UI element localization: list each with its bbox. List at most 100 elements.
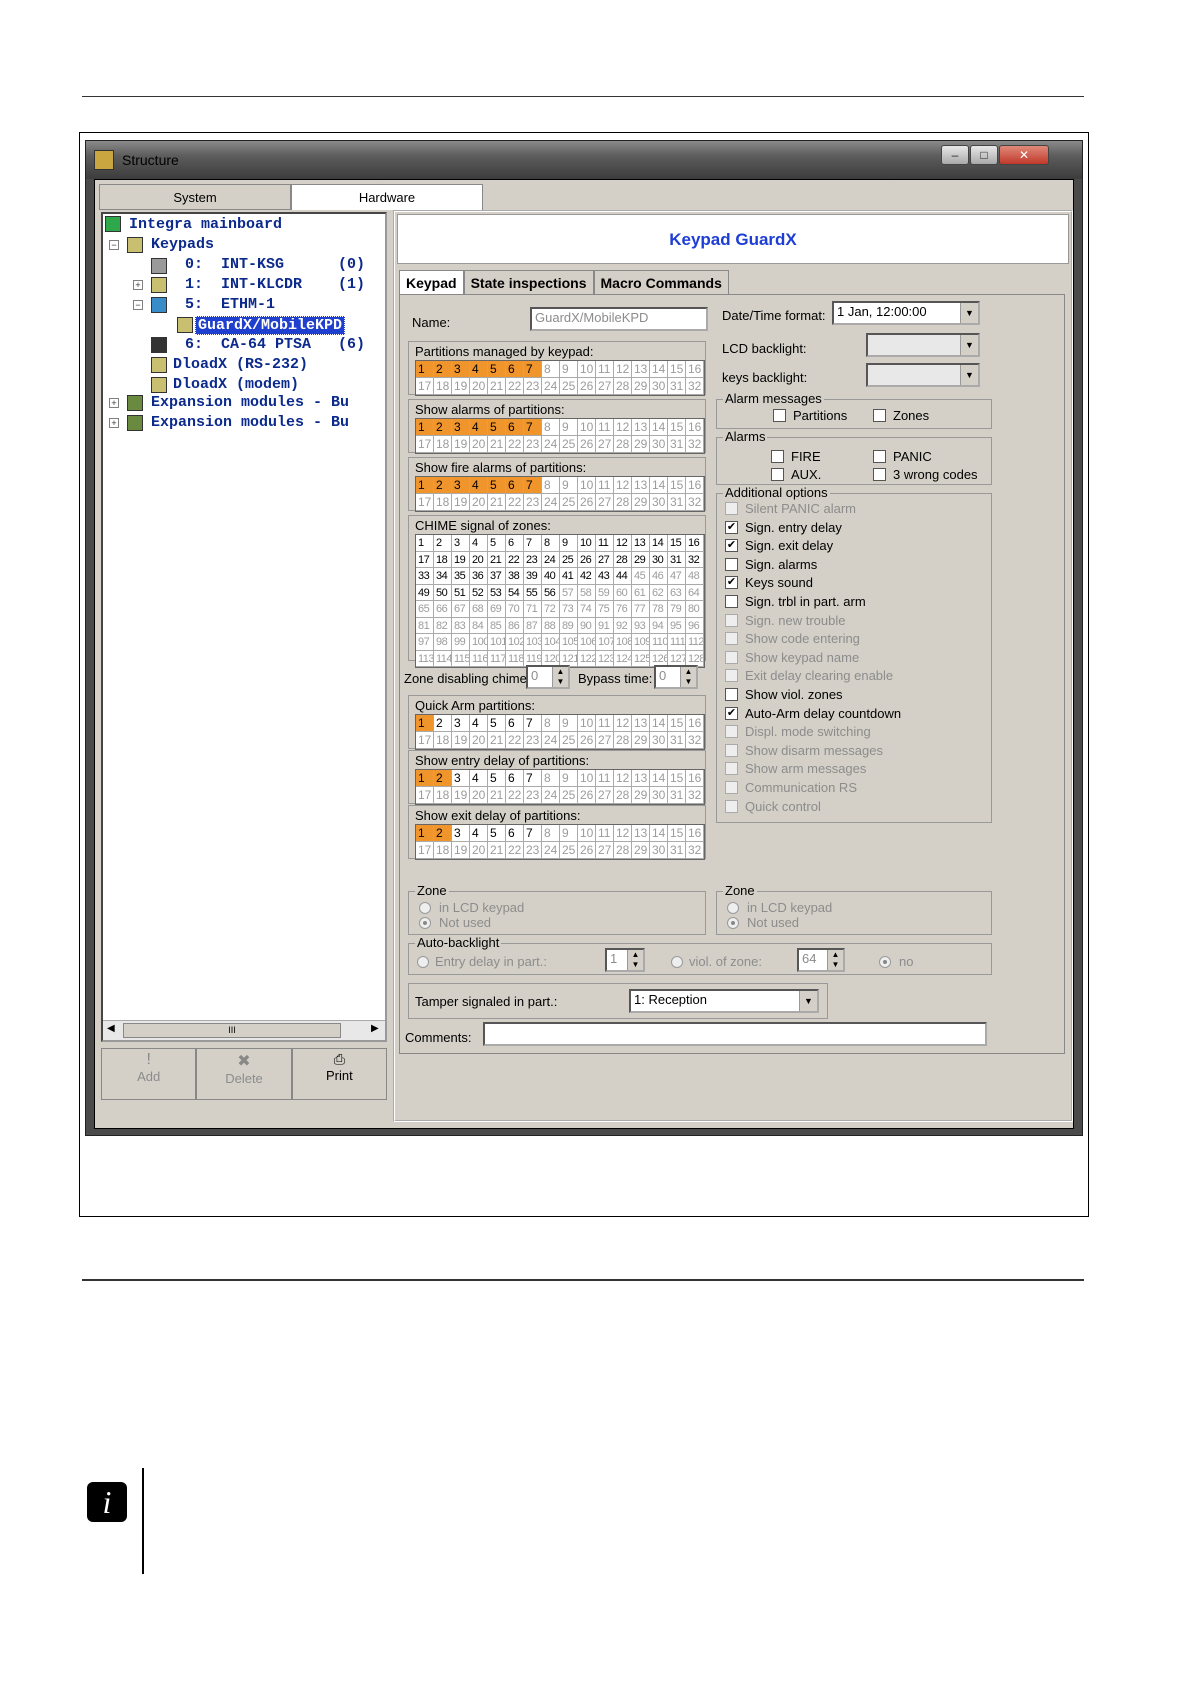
panic-checkbox[interactable]	[873, 450, 886, 463]
partition-cell[interactable]: 6	[506, 770, 524, 787]
zone-cell[interactable]: 82	[434, 617, 452, 634]
zone-cell[interactable]: 42	[578, 568, 596, 585]
partition-cell[interactable]: 27	[596, 787, 614, 804]
zone-cell[interactable]: 95	[668, 617, 686, 634]
partition-cell[interactable]: 25	[560, 787, 578, 804]
tree-item-selected-guardx[interactable]: GuardX/MobileKPD	[195, 316, 346, 335]
partition-grid[interactable]: 1 2 3 4 5 6 7 8 9 10 11 12 13 14 15 16 17 18 19 20 21 22 23 24 2…	[415, 714, 705, 750]
partition-cell[interactable]: 5	[488, 419, 506, 436]
zone-cell[interactable]: 101	[488, 634, 506, 651]
partition-cell[interactable]: 17	[416, 378, 434, 395]
partition-grid[interactable]: 1 2 3 4 5 6 7 8 9 10 11 12 13 14 15 16 17 18 19 20 21 22 23 24 2…	[415, 769, 705, 805]
zone-cell[interactable]: 69	[488, 601, 506, 618]
partition-cell[interactable]: 30	[650, 436, 668, 453]
partition-cell[interactable]: 30	[650, 732, 668, 749]
partition-cell[interactable]: 21	[488, 787, 506, 804]
option-checkbox[interactable]	[725, 502, 738, 515]
partition-cell[interactable]: 31	[668, 732, 686, 749]
partition-grid[interactable]: 1 2 3 4 5 6 7 8 9 10 11 12 13 14 15 16 17 18 19 20 21 22 23 24 2…	[415, 418, 705, 454]
zone-cell[interactable]: 118	[506, 650, 524, 667]
zone-left-notused-radio[interactable]	[419, 917, 431, 929]
partition-cell[interactable]: 22	[506, 787, 524, 804]
name-input[interactable]: GuardX/MobileKPD	[530, 307, 708, 331]
zone-left-lcd-radio[interactable]	[419, 902, 431, 914]
partition-cell[interactable]: 4	[470, 419, 488, 436]
partition-cell[interactable]: 8	[542, 419, 560, 436]
zone-cell[interactable]: 9	[560, 535, 578, 552]
tree-item-dload-rs232[interactable]: DloadX (RS-232)	[173, 356, 308, 373]
spin-icon[interactable]: ▲ ▼	[552, 667, 568, 687]
partition-cell[interactable]: 4	[470, 770, 488, 787]
option-checkbox[interactable]	[725, 781, 738, 794]
zone-cell[interactable]: 60	[614, 584, 632, 601]
partition-cell[interactable]: 2	[434, 361, 452, 378]
partition-cell[interactable]: 18	[434, 842, 452, 859]
zone-cell[interactable]: 93	[632, 617, 650, 634]
zone-cell[interactable]: 1	[416, 535, 434, 552]
partition-cell[interactable]: 28	[614, 787, 632, 804]
partition-cell[interactable]: 2	[434, 715, 452, 732]
tree-item-expansion[interactable]: Expansion modules - Bu	[151, 394, 349, 411]
partition-cell[interactable]: 12	[614, 361, 632, 378]
zone-cell[interactable]: 68	[470, 601, 488, 618]
fire-checkbox[interactable]	[771, 450, 784, 463]
zone-cell[interactable]: 29	[632, 551, 650, 568]
zone-cell[interactable]: 116	[470, 650, 488, 667]
scroll-left-icon[interactable]: ◀	[107, 1023, 115, 1034]
zone-cell[interactable]: 98	[434, 634, 452, 651]
partition-cell[interactable]: 31	[668, 787, 686, 804]
partition-cell[interactable]: 2	[434, 770, 452, 787]
partition-cell[interactable]: 24	[542, 378, 560, 395]
option-checkbox[interactable]	[725, 669, 738, 683]
option-checkbox[interactable]: ✔	[725, 539, 738, 553]
zone-cell[interactable]: 78	[650, 601, 668, 618]
zone-cell[interactable]: 94	[650, 617, 668, 634]
partition-cell[interactable]: 16	[686, 715, 704, 732]
partition-cell[interactable]: 11	[596, 715, 614, 732]
partition-cell[interactable]: 14	[650, 770, 668, 787]
partition-cell[interactable]: 20	[470, 436, 488, 453]
zone-cell[interactable]: 19	[452, 551, 470, 568]
print-button[interactable]: ⎙ Print	[291, 1048, 387, 1100]
partition-cell[interactable]: 30	[650, 842, 668, 859]
partition-cell[interactable]: 11	[596, 361, 614, 378]
partition-cell[interactable]: 28	[614, 436, 632, 453]
zone-cell[interactable]: 24	[542, 551, 560, 568]
partition-cell[interactable]: 18	[434, 436, 452, 453]
partition-cell[interactable]: 26	[578, 842, 596, 859]
option-checkbox[interactable]	[725, 613, 738, 627]
zone-cell[interactable]: 16	[686, 535, 704, 552]
partition-cell[interactable]: 15	[668, 715, 686, 732]
partition-cell[interactable]: 17	[416, 436, 434, 453]
partition-cell[interactable]: 3	[452, 419, 470, 436]
zone-cell[interactable]: 43	[596, 568, 614, 585]
zone-cell[interactable]: 92	[614, 617, 632, 634]
partition-cell[interactable]: 19	[452, 436, 470, 453]
partition-cell[interactable]: 19	[452, 787, 470, 804]
zone-cell[interactable]: 97	[416, 634, 434, 651]
zone-cell[interactable]: 86	[506, 617, 524, 634]
zone-cell[interactable]: 15	[668, 535, 686, 552]
partition-cell[interactable]: 17	[416, 732, 434, 749]
zone-cell[interactable]: 20	[470, 551, 488, 568]
partition-cell[interactable]: 23	[524, 842, 542, 859]
partition-cell[interactable]: 7	[524, 477, 542, 494]
partition-cell[interactable]: 12	[614, 477, 632, 494]
option-checkbox[interactable]	[725, 557, 738, 571]
partition-cell[interactable]: 5	[488, 770, 506, 787]
zone-cell[interactable]: 8	[542, 535, 560, 552]
zone-cell[interactable]: 64	[686, 584, 704, 601]
zone-cell[interactable]: 99	[452, 634, 470, 651]
partition-cell[interactable]: 21	[488, 436, 506, 453]
partition-cell[interactable]: 7	[524, 825, 542, 842]
partition-cell[interactable]: 14	[650, 825, 668, 842]
zone-cell[interactable]: 41	[560, 568, 578, 585]
spin-icon[interactable]: ▲ ▼	[627, 950, 643, 970]
bypass-time-stepper[interactable]: 0 ▲ ▼	[654, 665, 698, 689]
partition-cell[interactable]: 25	[560, 842, 578, 859]
zone-cell[interactable]: 53	[488, 584, 506, 601]
partition-cell[interactable]: 22	[506, 732, 524, 749]
partition-cell[interactable]: 27	[596, 494, 614, 511]
partition-cell[interactable]: 20	[470, 842, 488, 859]
no-radio[interactable]	[879, 956, 891, 968]
